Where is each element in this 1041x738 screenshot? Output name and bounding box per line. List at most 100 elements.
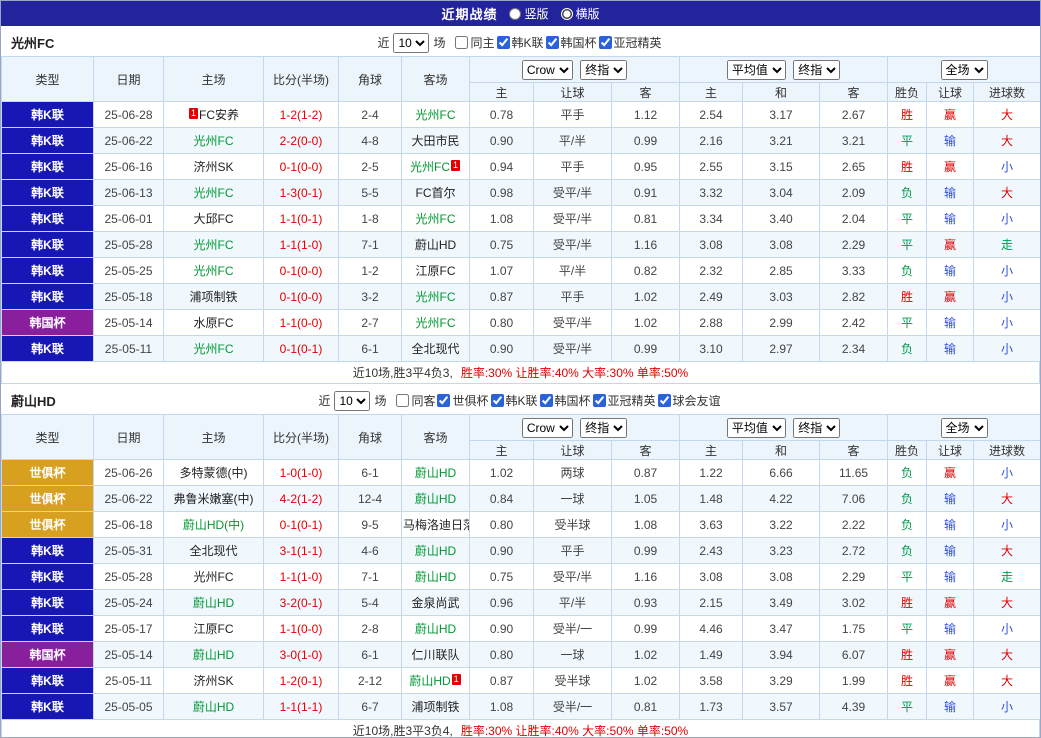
team-name[interactable]: 光州FC — [194, 264, 234, 278]
filter-checkbox-input[interactable] — [593, 394, 606, 407]
games-count-select[interactable]: 10 — [334, 391, 370, 411]
filter-checkbox[interactable]: 韩K联 — [491, 392, 538, 409]
team-name[interactable]: 蔚山HD — [409, 674, 450, 688]
team-name[interactable]: 蔚山HD — [415, 622, 456, 636]
filter-checkbox[interactable]: 韩K联 — [497, 34, 544, 51]
team-name[interactable]: 蔚山HD(中) — [183, 518, 244, 532]
filter-checkbox[interactable]: 同客 — [396, 392, 435, 409]
filter-checkbox[interactable]: 韩国杯 — [540, 392, 591, 409]
corners-cell: 1-8 — [339, 206, 402, 232]
team-name[interactable]: 大邱FC — [194, 212, 234, 226]
avg-select-group: 平均值 终指 — [680, 415, 888, 441]
away-team-cell: 金泉尚武 — [402, 590, 470, 616]
odds-time-select[interactable]: 终指 — [580, 60, 627, 80]
col-type: 类型 — [2, 57, 94, 102]
filter-checkbox[interactable]: 亚冠精英 — [599, 34, 662, 51]
team-name[interactable]: 光州FC — [194, 238, 234, 252]
filter-checkbox-input[interactable] — [497, 36, 510, 49]
team-name-title: 光州FC — [11, 33, 54, 52]
team-name[interactable]: 光州FC — [194, 134, 234, 148]
odds-source-select[interactable]: Crow — [522, 418, 573, 438]
handicap-cell: 平/半 — [534, 258, 612, 284]
team-name[interactable]: 光州FC — [416, 290, 456, 304]
avg-select[interactable]: 平均值 — [727, 60, 786, 80]
avg-time-select[interactable]: 终指 — [793, 60, 840, 80]
team-name[interactable]: 光州FC — [194, 186, 234, 200]
team-name[interactable]: 江原FC — [416, 264, 456, 278]
team-name[interactable]: 蔚山HD — [415, 466, 456, 480]
team-name[interactable]: 江原FC — [194, 622, 234, 636]
team-name[interactable]: 蔚山HD — [193, 596, 234, 610]
handicap-result-cell: 输 — [927, 128, 974, 154]
section-header: 蔚山HD 近 10 场 同客世俱杯韩K联韩国杯亚冠精英球会友谊 — [1, 387, 1040, 414]
team-name[interactable]: FC首尔 — [416, 186, 456, 200]
team-name[interactable]: 蔚山HD — [415, 238, 456, 252]
filter-checkbox[interactable]: 球会友谊 — [658, 392, 721, 409]
vertical-radio-input[interactable] — [509, 8, 521, 20]
filter-checkbox-input[interactable] — [437, 394, 450, 407]
avg-away-cell: 3.02 — [820, 590, 888, 616]
team-name[interactable]: 蔚山HD — [415, 570, 456, 584]
league-cell: 韩K联 — [2, 128, 94, 154]
filter-checkbox-label: 世俱杯 — [452, 392, 488, 409]
avg-time-select[interactable]: 终指 — [793, 418, 840, 438]
team-name[interactable]: FC安养 — [199, 108, 239, 122]
avg-select[interactable]: 平均值 — [727, 418, 786, 438]
team-name[interactable]: 水原FC — [194, 316, 234, 330]
team-name[interactable]: 全北现代 — [411, 342, 459, 356]
filter-checkbox[interactable]: 亚冠精英 — [593, 392, 656, 409]
team-name[interactable]: 光州FC — [410, 160, 450, 174]
filter-checkbox[interactable]: 同主 — [455, 34, 494, 51]
corners-cell: 4-8 — [339, 128, 402, 154]
team-name[interactable]: 马梅洛迪日落 — [403, 518, 470, 532]
filter-checkbox-input[interactable] — [455, 36, 468, 49]
team-name[interactable]: 济州SK — [193, 674, 233, 688]
team-name[interactable]: 蔚山HD — [415, 492, 456, 506]
team-name[interactable]: 浦项制铁 — [189, 290, 237, 304]
home-odds-cell: 0.84 — [470, 486, 534, 512]
col-sub-handicap: 让球 — [534, 441, 612, 460]
team-name[interactable]: 光州FC — [416, 212, 456, 226]
filter-checkbox[interactable]: 韩国杯 — [546, 34, 597, 51]
team-name[interactable]: 光州FC — [194, 570, 234, 584]
team-name[interactable]: 金泉尚武 — [411, 596, 459, 610]
team-name[interactable]: 多特蒙德(中) — [180, 466, 248, 480]
odds-time-select[interactable]: 终指 — [580, 418, 627, 438]
filter-checkbox-input[interactable] — [546, 36, 559, 49]
corners-cell: 1-2 — [339, 258, 402, 284]
layout-radio-vertical[interactable]: 竖版 — [509, 5, 548, 22]
filter-checkbox-input[interactable] — [540, 394, 553, 407]
team-name[interactable]: 光州FC — [194, 342, 234, 356]
games-count-select[interactable]: 10 — [393, 33, 429, 53]
team-name[interactable]: 浦项制铁 — [411, 700, 459, 714]
team-name[interactable]: 蔚山HD — [415, 544, 456, 558]
team-name[interactable]: 光州FC — [416, 108, 456, 122]
team-name[interactable]: 弗鲁米嫩塞(中) — [174, 492, 254, 506]
avg-home-cell: 3.08 — [680, 564, 743, 590]
scope-select[interactable]: 全场 — [941, 60, 988, 80]
date-cell: 25-06-16 — [94, 154, 164, 180]
team-name[interactable]: 蔚山HD — [193, 648, 234, 662]
filter-checkbox-input[interactable] — [396, 394, 409, 407]
team-name[interactable]: 大田市民 — [411, 134, 459, 148]
scope-select[interactable]: 全场 — [941, 418, 988, 438]
filter-checkbox-input[interactable] — [658, 394, 671, 407]
layout-radio-horizontal[interactable]: 横版 — [561, 5, 600, 22]
section-header: 光州FC 近 10 场 同主韩K联韩国杯亚冠精英 — [1, 29, 1040, 56]
team-name[interactable]: 仁川联队 — [411, 648, 459, 662]
filter-checkbox-input[interactable] — [491, 394, 504, 407]
filter-checkbox[interactable]: 世俱杯 — [437, 392, 488, 409]
score-cell: 1-3(0-1) — [264, 180, 339, 206]
avg-away-cell: 11.65 — [820, 460, 888, 486]
team-name[interactable]: 济州SK — [193, 160, 233, 174]
odds-source-select[interactable]: Crow — [522, 60, 573, 80]
team-name[interactable]: 蔚山HD — [193, 700, 234, 714]
team-name[interactable]: 光州FC — [416, 316, 456, 330]
corners-cell: 4-6 — [339, 538, 402, 564]
handicap-result-cell: 输 — [927, 180, 974, 206]
horizontal-radio-input[interactable] — [561, 8, 573, 20]
filter-checkbox-label: 同客 — [411, 392, 435, 409]
handicap-cell: 一球 — [534, 486, 612, 512]
team-name[interactable]: 全北现代 — [189, 544, 237, 558]
filter-checkbox-input[interactable] — [599, 36, 612, 49]
